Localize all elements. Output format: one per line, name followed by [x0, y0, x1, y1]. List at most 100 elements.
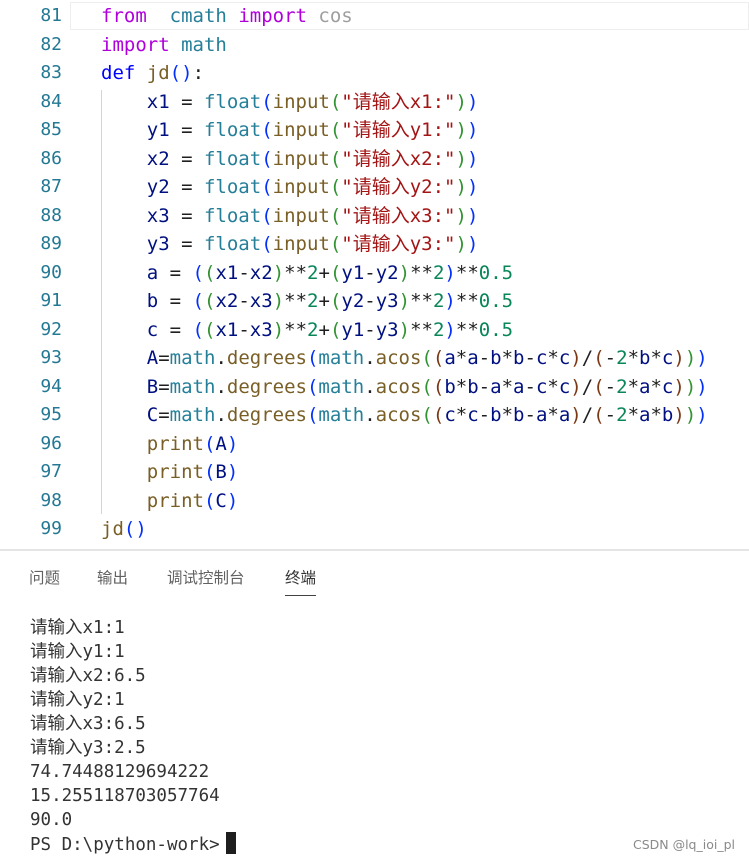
code-token: float: [203, 119, 262, 141]
tab-problems[interactable]: 问题: [29, 567, 60, 589]
line-number: 82: [40, 33, 62, 55]
code-token: *: [650, 404, 662, 426]
code-token: (: [261, 119, 273, 141]
code-line[interactable]: 85 y1 = float(input("请输入y1:")): [0, 116, 749, 145]
code-token: float: [203, 90, 262, 113]
code-token: cmath: [169, 5, 227, 27]
code-token: (: [432, 347, 445, 369]
code-token: ): [455, 176, 467, 198]
line-number: 97: [40, 461, 62, 482]
code-token: .: [364, 404, 376, 426]
code-token: y1: [341, 318, 365, 341]
code-token: *: [627, 404, 640, 426]
terminal-prompt-line[interactable]: PS D:\python-work>: [30, 832, 236, 857]
code-line[interactable]: 88 x3 = float(input("请输入x3:")): [0, 202, 749, 231]
code-line[interactable]: 81 from cmath import cos: [0, 2, 749, 31]
code-token: -: [524, 347, 536, 369]
code-token: "请输入y3:": [341, 233, 456, 255]
terminal-line: 请输入x1:1: [30, 618, 125, 638]
code-token: ): [673, 375, 685, 398]
code-line[interactable]: 99 jd(): [0, 515, 749, 544]
code-line[interactable]: 95 C=math.degrees(math.acos((c*c-b*b-a*a…: [0, 401, 749, 430]
code-line[interactable]: 82 import math: [0, 31, 749, 60]
code-line[interactable]: 93 A=math.degrees(math.acos((a*a-b*b-c*c…: [0, 344, 749, 373]
code-token: ): [466, 204, 479, 227]
code-token: **: [410, 318, 433, 341]
code-token: (: [192, 261, 204, 284]
line-number: 90: [40, 261, 62, 283]
code-token: c: [535, 347, 548, 369]
line-number: 96: [40, 432, 62, 454]
code-token: float: [203, 233, 262, 255]
code-text: jd(): [101, 515, 147, 544]
tab-output[interactable]: 输出: [97, 567, 128, 589]
code-token: **: [410, 290, 433, 312]
line-number: 87: [40, 176, 62, 197]
code-text: x2 = float(input("请输入x2:")): [101, 145, 479, 174]
code-line[interactable]: 87 y2 = float(input("请输入y2:")): [0, 173, 749, 202]
tab-debug-console[interactable]: 调试控制台: [167, 567, 245, 589]
code-token: print: [146, 461, 204, 483]
code-token: =: [158, 375, 170, 398]
code-token: import: [238, 5, 307, 27]
code-token: "请输入x2:": [341, 147, 456, 170]
code-line[interactable]: 90 a = ((x1-x2)**2+(y1-y2)**2)**0.5: [0, 259, 749, 288]
code-line[interactable]: 89 y3 = float(input("请输入y3:")): [0, 230, 749, 259]
code-token: 0.5: [478, 261, 514, 284]
code-line[interactable]: 96 print(A): [0, 430, 749, 459]
code-editor[interactable]: 81 from cmath import cos 82 import math 83 de…: [0, 0, 749, 548]
code-token: import: [101, 33, 170, 56]
code-line[interactable]: 84 x1 = float(input("请输入x1:")): [0, 88, 749, 117]
code-token: ): [466, 147, 479, 170]
code-token: float: [203, 147, 262, 170]
code-line[interactable]: 83 def jd():: [0, 59, 749, 88]
code-token: "请输入y1:": [341, 119, 456, 141]
code-token: a: [535, 404, 548, 426]
tab-terminal[interactable]: 终端: [285, 567, 317, 596]
terminal-line: 请输入y3:2.5: [30, 738, 146, 758]
line-number: 85: [40, 119, 62, 140]
code-text: def jd():: [101, 59, 204, 88]
code-token: "请输入x3:": [341, 204, 456, 227]
terminal-line: 90.0: [30, 810, 73, 830]
code-line[interactable]: 98 print(C): [0, 487, 749, 516]
code-token: .: [364, 347, 376, 369]
code-token: =: [169, 233, 204, 255]
code-line[interactable]: 91 b = ((x2-x3)**2+(y2-y3)**2)**0.5: [0, 287, 749, 316]
code-token: (: [593, 375, 605, 398]
code-token: (: [329, 318, 342, 341]
code-line[interactable]: 92 c = ((x1-x3)**2+(y1-y3)**2)**0.5: [0, 316, 749, 345]
code-token: /: [581, 404, 594, 426]
code-line[interactable]: 86 x2 = float(input("请输入x2:")): [0, 145, 749, 174]
code-token: ): [673, 347, 685, 369]
code-token: =: [169, 119, 204, 141]
code-token: *: [627, 347, 640, 369]
code-token: =: [158, 290, 193, 312]
code-token: ): [398, 261, 411, 284]
code-token: B: [146, 375, 159, 398]
code-token: "请输入x1:": [341, 90, 456, 113]
code-token: b: [444, 375, 456, 398]
code-token: -: [364, 261, 376, 284]
code-token: acos: [375, 347, 422, 369]
code-token: x2: [215, 290, 239, 312]
code-token: .: [215, 347, 227, 369]
code-token: float: [203, 204, 262, 227]
code-line[interactable]: 94 B=math.degrees(math.acos((b*b-a*a-c*c…: [0, 373, 749, 402]
code-token: -: [478, 404, 491, 426]
code-token: (: [329, 290, 342, 312]
code-token: c: [146, 318, 159, 341]
code-token: ): [444, 261, 456, 284]
code-token: y1: [341, 261, 365, 284]
code-token: =: [169, 176, 204, 198]
code-token: x1: [215, 318, 239, 341]
code-token: ): [696, 347, 708, 369]
code-token: ): [444, 290, 456, 312]
terminal-line: 请输入x2:6.5: [30, 666, 146, 686]
code-token: (: [204, 290, 216, 312]
code-line[interactable]: 97 print(B): [0, 458, 749, 487]
